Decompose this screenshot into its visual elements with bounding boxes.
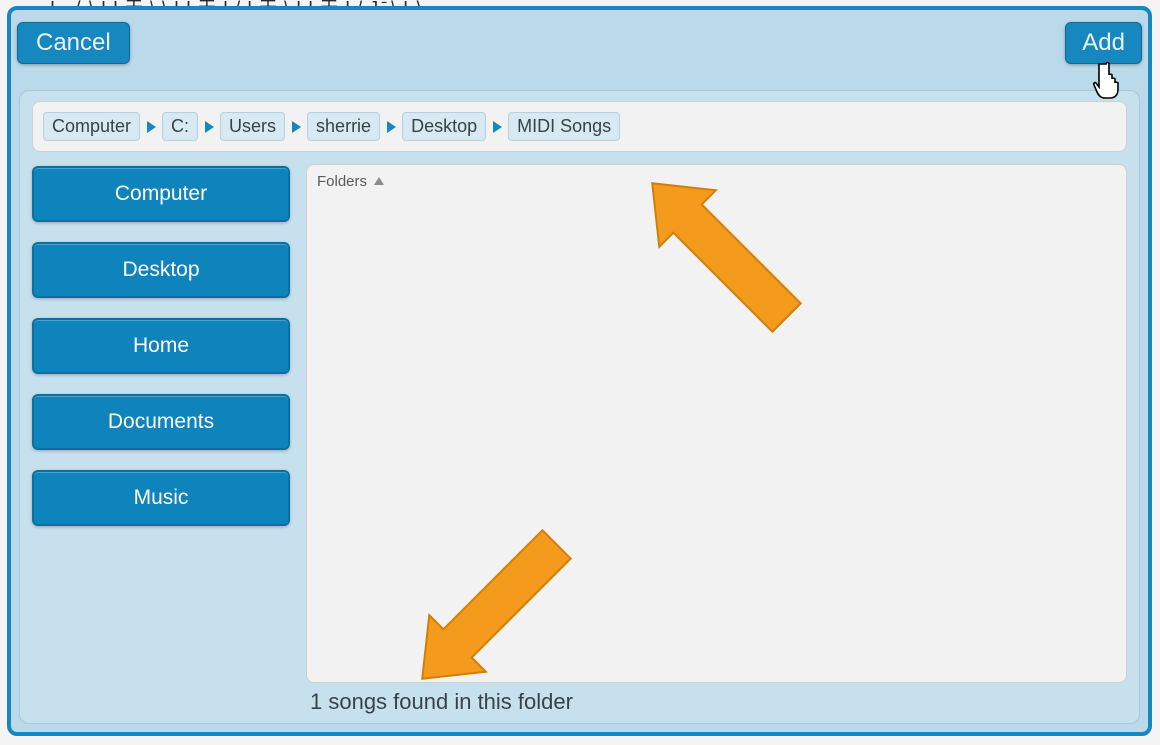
file-picker-dialog: Cancel Add Computer C: Users sherrie Des…: [7, 6, 1152, 736]
breadcrumb-bar: Computer C: Users sherrie Desktop MIDI S…: [32, 101, 1127, 152]
pointer-cursor-icon: [1092, 60, 1128, 105]
sidebar-item-documents[interactable]: Documents: [32, 394, 290, 450]
sidebar-item-music[interactable]: Music: [32, 470, 290, 526]
chevron-right-icon: [200, 117, 218, 137]
sidebar-item-computer[interactable]: Computer: [32, 166, 290, 222]
folder-column-label: Folders: [317, 173, 367, 190]
sort-asc-icon: [373, 173, 385, 190]
crumb-drive-c[interactable]: C:: [162, 112, 198, 141]
annotation-arrow-top: [600, 131, 860, 391]
chevron-right-icon: [142, 117, 160, 137]
chevron-right-icon: [488, 117, 506, 137]
crumb-desktop[interactable]: Desktop: [402, 112, 486, 141]
crumb-sherrie[interactable]: sherrie: [307, 112, 380, 141]
chevron-right-icon: [382, 117, 400, 137]
sidebar-item-desktop[interactable]: Desktop: [32, 242, 290, 298]
add-button[interactable]: Add: [1065, 22, 1142, 64]
dialog-header: Cancel Add: [17, 16, 1142, 70]
folder-column-header[interactable]: Folders: [317, 173, 385, 190]
crumb-users[interactable]: Users: [220, 112, 285, 141]
annotation-arrow-bottom: [370, 471, 630, 731]
crumb-computer[interactable]: Computer: [43, 112, 140, 141]
cancel-button[interactable]: Cancel: [17, 22, 130, 64]
sidebar-item-home[interactable]: Home: [32, 318, 290, 374]
location-sidebar: Computer Desktop Home Documents Music: [32, 164, 290, 715]
dialog-body: Computer C: Users sherrie Desktop MIDI S…: [19, 90, 1140, 724]
chevron-right-icon: [287, 117, 305, 137]
